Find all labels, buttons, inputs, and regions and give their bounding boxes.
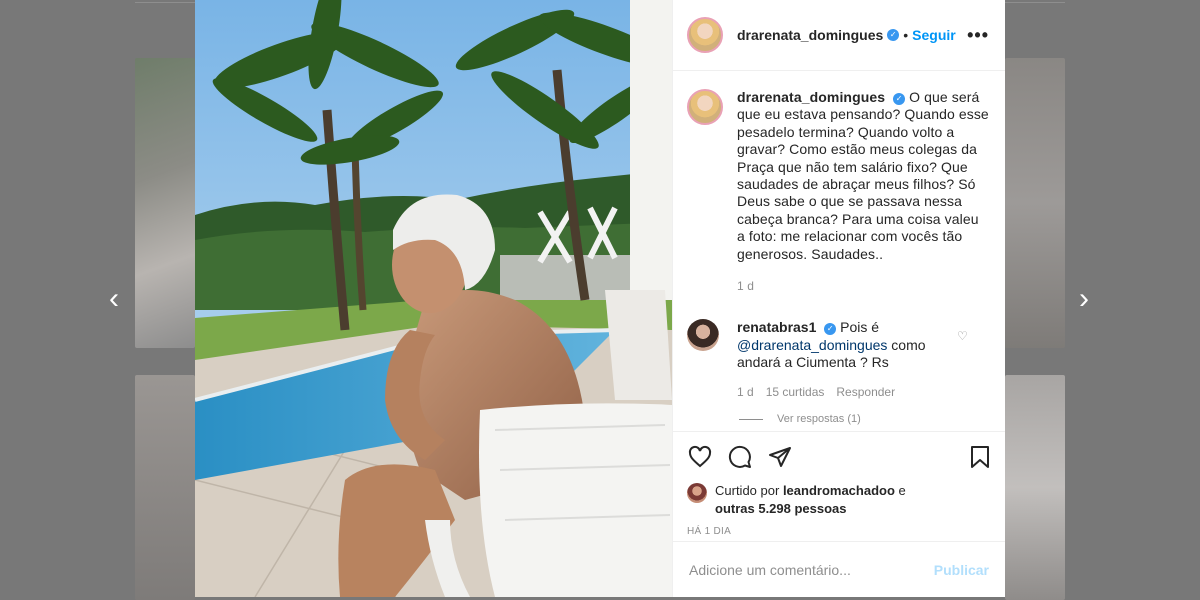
like-heart-icon[interactable] bbox=[687, 444, 713, 470]
see-replies-button[interactable]: Ver respostas (1) bbox=[739, 413, 989, 425]
comment-mention-link[interactable]: @drarenata_domingues bbox=[737, 337, 887, 353]
commenter-avatar[interactable] bbox=[687, 319, 719, 352]
share-send-icon[interactable] bbox=[767, 444, 793, 470]
post-caption: drarenata_domingues ✓ O que será que eu … bbox=[687, 89, 989, 295]
reply-button[interactable]: Responder bbox=[836, 384, 895, 401]
next-post-arrow-icon[interactable]: › bbox=[1070, 284, 1098, 314]
comment-likes-count[interactable]: 15 curtidas bbox=[766, 384, 825, 401]
verified-badge-icon: ✓ bbox=[824, 323, 837, 336]
verified-badge-icon: ✓ bbox=[893, 93, 906, 105]
comment-meta: 1 d 15 curtidas Responder bbox=[737, 384, 952, 401]
add-comment-bar: Publicar bbox=[673, 541, 1005, 597]
comment-item: renatabras1 ✓ Pois é @drarenata_domingue… bbox=[687, 319, 989, 401]
like-comment-icon[interactable]: ♡ bbox=[957, 329, 968, 343]
action-icons bbox=[687, 442, 993, 472]
comment-text-start: Pois é bbox=[840, 319, 880, 336]
more-options-icon[interactable]: ••• bbox=[967, 25, 989, 46]
background-thumbnail bbox=[135, 58, 195, 348]
caption-body: drarenata_domingues ✓ O que será que eu … bbox=[737, 89, 989, 295]
post-timestamp: HÁ 1 DIA bbox=[687, 526, 732, 537]
verified-badge-icon: ✓ bbox=[887, 29, 900, 41]
liked-by: Curtido por leandromachadoo e outras 5.2… bbox=[687, 482, 993, 517]
post-actions: Curtido por leandromachadoo e outras 5.2… bbox=[673, 431, 1005, 541]
liked-by-middle: e bbox=[898, 483, 906, 498]
replies-line bbox=[739, 418, 763, 420]
previous-post-arrow-icon[interactable]: ‹ bbox=[100, 284, 128, 314]
author-avatar[interactable] bbox=[687, 17, 723, 53]
post-photo bbox=[195, 0, 672, 597]
comment-age: 1 d bbox=[737, 384, 754, 399]
see-replies-label: Ver respostas (1) bbox=[777, 413, 861, 426]
comments-list[interactable]: drarenata_domingues ✓ O que será que eu … bbox=[673, 71, 1005, 431]
background-thumbnail bbox=[135, 375, 195, 600]
caption-username[interactable]: drarenata_domingues bbox=[737, 89, 885, 105]
post-modal: drarenata_domingues ✓ • Seguir ••• drare… bbox=[195, 0, 1005, 597]
comment-body: renatabras1 ✓ Pois é @drarenata_domingue… bbox=[737, 319, 952, 401]
liker-avatar[interactable] bbox=[687, 483, 707, 503]
follow-button[interactable]: Seguir bbox=[912, 27, 956, 43]
caption-age: 1 d bbox=[737, 279, 754, 294]
background-thumbnail bbox=[1005, 58, 1065, 348]
post-side-panel: drarenata_domingues ✓ • Seguir ••• drare… bbox=[672, 0, 1005, 597]
bookmark-icon[interactable] bbox=[967, 444, 993, 470]
caption-author-avatar[interactable] bbox=[687, 89, 723, 125]
comment-bubble-icon[interactable] bbox=[727, 444, 753, 470]
separator-dot: • bbox=[903, 27, 909, 43]
likes-others-link[interactable]: outras 5.298 pessoas bbox=[715, 501, 847, 516]
commenter-username[interactable]: renatabras1 bbox=[737, 319, 816, 335]
liked-by-text: Curtido por leandromachadoo e outras 5.2… bbox=[715, 482, 906, 517]
author-username[interactable]: drarenata_domingues bbox=[737, 27, 883, 43]
comment-input[interactable] bbox=[689, 561, 934, 578]
liker-username[interactable]: leandromachadoo bbox=[783, 483, 895, 498]
caption-text: O que será que eu estava pensando? Quand… bbox=[737, 89, 989, 262]
background-thumbnail bbox=[1005, 375, 1065, 600]
liked-by-prefix: Curtido por bbox=[715, 483, 780, 498]
post-header: drarenata_domingues ✓ • Seguir ••• bbox=[673, 0, 1005, 71]
publish-button[interactable]: Publicar bbox=[934, 562, 989, 578]
